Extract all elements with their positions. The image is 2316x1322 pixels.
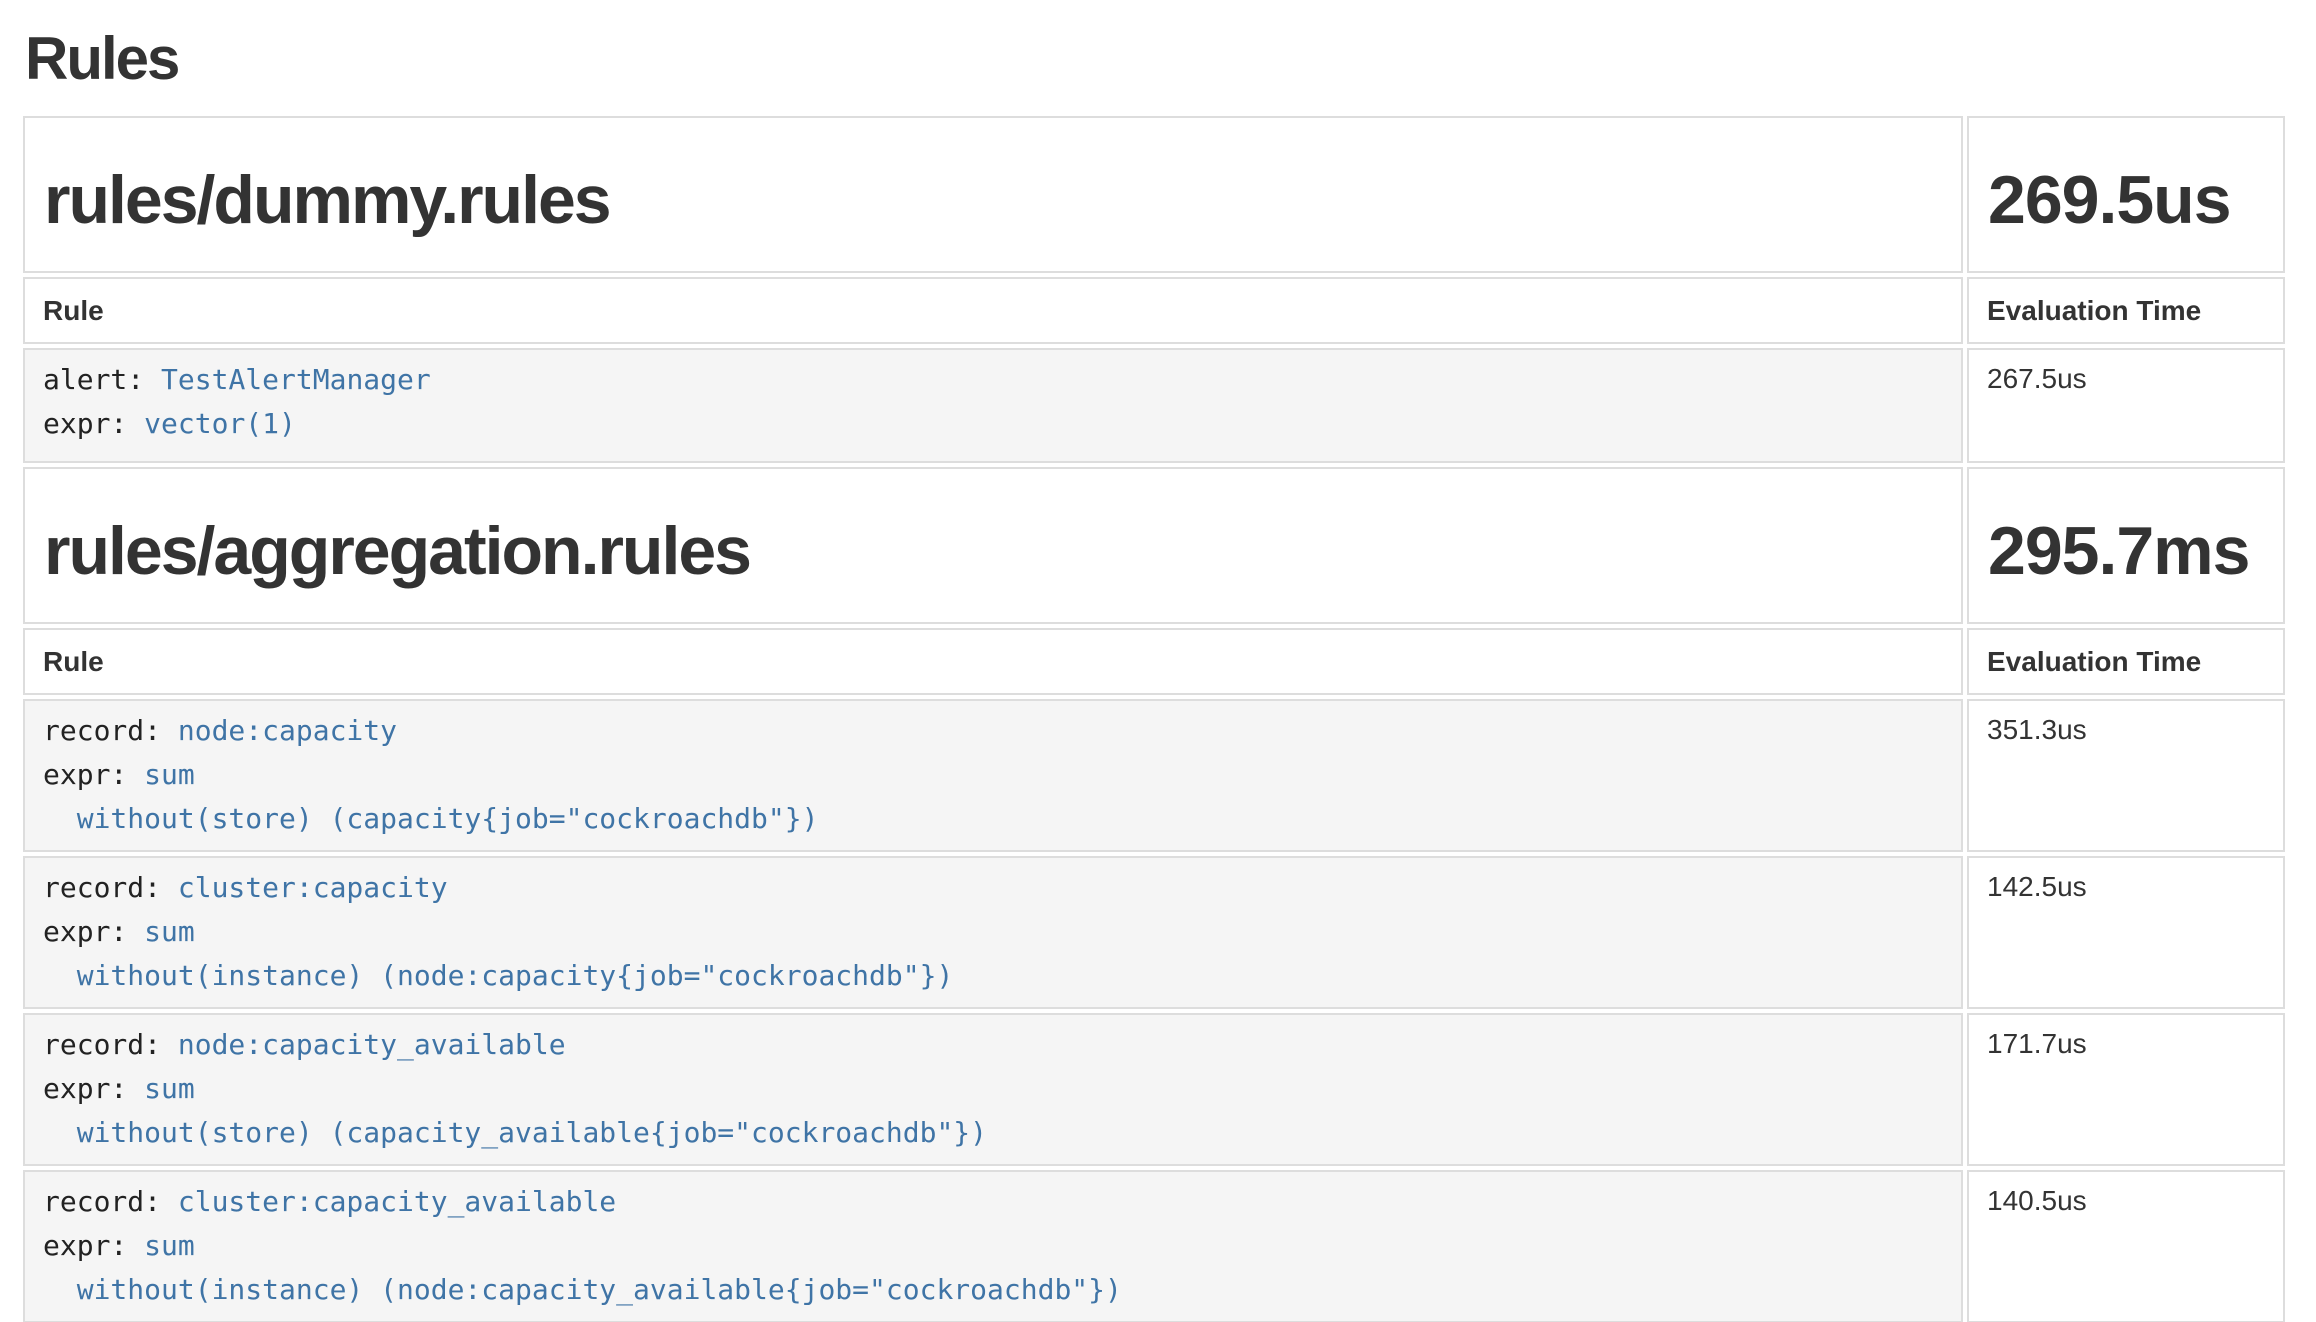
rule-expr-link[interactable]: vector(1): [144, 407, 296, 440]
rule-code-cell: record: cluster:capacity_availableexpr: …: [23, 1170, 1963, 1322]
group-name-cell: rules/dummy.rules: [23, 116, 1963, 273]
expr-line: vector(1): [144, 407, 296, 440]
rule-expr-link[interactable]: sum without(instance) (node:capacity_ava…: [43, 1229, 1943, 1312]
expr-line: sum: [144, 1072, 195, 1105]
expr-line: without(store) (capacity{job="cockroachd…: [43, 797, 1943, 841]
column-header-row: Rule Evaluation Time: [23, 277, 2285, 344]
rule-row: record: cluster:capacity_availableexpr: …: [23, 1170, 2285, 1322]
page-title: Rules: [25, 24, 2297, 93]
rule-code-cell: record: node:capacity_available expr: sum…: [23, 1013, 1963, 1166]
rule-name-link[interactable]: TestAlertManager: [161, 363, 431, 396]
expr-label: expr:: [43, 1072, 144, 1105]
expr-label: expr:: [43, 407, 144, 440]
rule-code: record: cluster:capacity_availableexpr: …: [43, 1180, 1943, 1312]
column-header-row: Rule Evaluation Time: [23, 628, 2285, 695]
rule-code: record: node:capacity expr: sum without(s…: [43, 709, 1943, 841]
group-time-cell: 269.5us: [1967, 116, 2285, 273]
page-container: Rules rules/dummy.rules 269.5us Rule Eva…: [19, 24, 2297, 1322]
rule-name-link[interactable]: node:capacity_available: [178, 1028, 566, 1061]
rule-kind-label: record:: [43, 714, 178, 747]
expr-label: expr:: [43, 758, 144, 791]
rule-code: record: node:capacity_available expr: sum…: [43, 1023, 1943, 1155]
rule-code-cell: record: node:capacity expr: sum without(s…: [23, 699, 1963, 852]
rule-name-link[interactable]: cluster:capacity: [178, 871, 448, 904]
group-file-name: rules/dummy.rules: [26, 166, 1960, 234]
rule-row: alert: TestAlertManager expr: vector(1) 2…: [23, 348, 2285, 463]
group-header-row: rules/aggregation.rules 295.7ms: [23, 467, 2285, 624]
expr-label: expr:: [43, 1229, 144, 1262]
expr-label: expr:: [43, 915, 144, 948]
rule-code: record: cluster:capacity expr: sum withou…: [43, 866, 1943, 998]
group-header-row: rules/dummy.rules 269.5us: [23, 116, 2285, 273]
rule-row: record: cluster:capacity expr: sum withou…: [23, 856, 2285, 1009]
expr-line: without(instance) (node:capacity_availab…: [43, 1268, 1943, 1312]
rule-kind-label: alert:: [43, 363, 161, 396]
rule-row: record: node:capacity_available expr: sum…: [23, 1013, 2285, 1166]
expr-line: without(store) (capacity_available{job="…: [43, 1111, 1943, 1155]
time-col-header: Evaluation Time: [1967, 628, 2285, 695]
group-file-name: rules/aggregation.rules: [26, 517, 1960, 585]
rule-code-cell: record: cluster:capacity expr: sum withou…: [23, 856, 1963, 1009]
expr-line: sum: [144, 758, 195, 791]
rule-kind-label: record:: [43, 871, 178, 904]
eval-time-cell: 140.5us: [1967, 1170, 2285, 1322]
expr-line: sum: [144, 1229, 195, 1262]
group-eval-time: 295.7ms: [1970, 517, 2282, 585]
rule-name-link[interactable]: cluster:capacity_available: [178, 1185, 616, 1218]
rules-table: rules/dummy.rules 269.5us Rule Evaluatio…: [19, 112, 2289, 1322]
rule-code-cell: alert: TestAlertManager expr: vector(1): [23, 348, 1963, 463]
rule-col-header: Rule: [23, 277, 1963, 344]
rule-row: record: node:capacity expr: sum without(s…: [23, 699, 2285, 852]
rule-expr-link[interactable]: sum without(store) (capacity_available{j…: [43, 1072, 1943, 1155]
rule-kind-label: record:: [43, 1028, 178, 1061]
group-name-cell: rules/aggregation.rules: [23, 467, 1963, 624]
rule-expr-link[interactable]: sum without(store) (capacity{job="cockro…: [43, 758, 1943, 841]
eval-time-cell: 267.5us: [1967, 348, 2285, 463]
rule-name-link[interactable]: node:capacity: [178, 714, 397, 747]
group-time-cell: 295.7ms: [1967, 467, 2285, 624]
expr-line: without(instance) (node:capacity{job="co…: [43, 954, 1943, 998]
rule-kind-label: record:: [43, 1185, 178, 1218]
rule-col-header: Rule: [23, 628, 1963, 695]
eval-time-cell: 142.5us: [1967, 856, 2285, 1009]
expr-line: sum: [144, 915, 195, 948]
group-eval-time: 269.5us: [1970, 166, 2282, 234]
rule-expr-link[interactable]: sum without(instance) (node:capacity{job…: [43, 915, 1943, 998]
eval-time-cell: 351.3us: [1967, 699, 2285, 852]
rule-code: alert: TestAlertManager expr: vector(1): [43, 358, 1943, 446]
time-col-header: Evaluation Time: [1967, 277, 2285, 344]
eval-time-cell: 171.7us: [1967, 1013, 2285, 1166]
